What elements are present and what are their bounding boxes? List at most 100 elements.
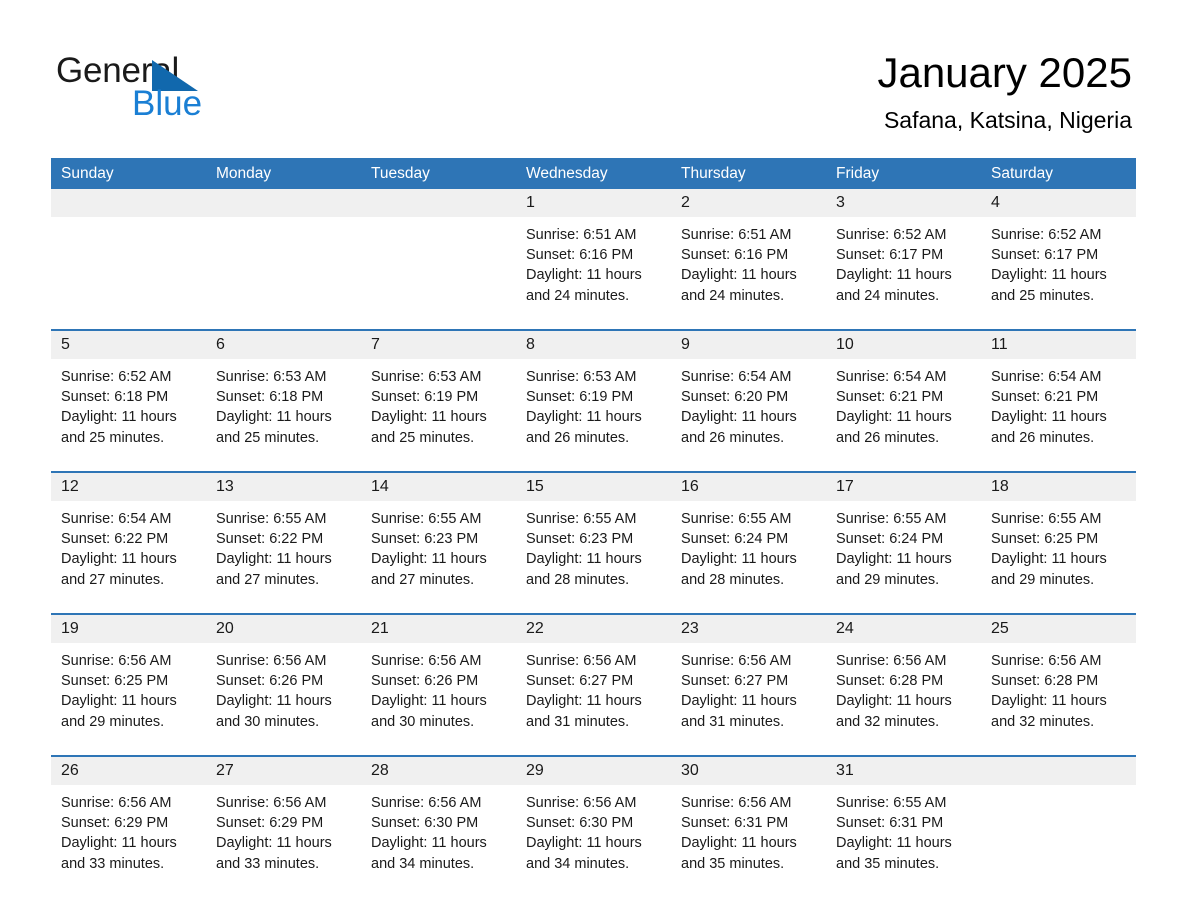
day-sunset-text: Sunset: 6:26 PM (371, 673, 479, 690)
brand-logo[interactable]: General Blue (56, 52, 316, 132)
day-cell-1[interactable]: 1 Sunrise: 6:51 AM Sunset: 6:16 PM Daylight… (516, 189, 671, 322)
day-number-bar (206, 189, 361, 217)
day-number-bar: 2 (671, 189, 826, 217)
day-cell-31[interactable]: 31 Sunrise: 6:55 AM Sunset: 6:31 PM Dayligh… (826, 757, 981, 890)
day-cell-20[interactable]: 20 Sunrise: 6:56 AM Sunset: 6:26 PM Dayligh… (206, 615, 361, 748)
day-number: 13 (216, 478, 234, 495)
day-number: 28 (371, 762, 389, 779)
day-cell-28[interactable]: 28 Sunrise: 6:56 AM Sunset: 6:30 PM Dayligh… (361, 757, 516, 890)
day-cell-12[interactable]: 12 Sunrise: 6:54 AM Sunset: 6:22 PM Dayligh… (51, 473, 206, 606)
day-daylight-line1-text: Daylight: 11 hours (681, 835, 797, 852)
day-info: Sunrise: 6:54 AM Sunset: 6:20 PM Daylight:… (671, 359, 826, 448)
day-number: 18 (991, 478, 1009, 495)
day-sunset-text: Sunset: 6:30 PM (526, 815, 634, 832)
day-sunset-text: Sunset: 6:24 PM (681, 531, 789, 548)
day-cell-empty[interactable] (981, 757, 1136, 890)
day-daylight-line1-text: Daylight: 11 hours (526, 267, 642, 284)
day-cell-empty[interactable] (361, 189, 516, 322)
day-sunset-text: Sunset: 6:25 PM (61, 673, 169, 690)
day-cell-7[interactable]: 7 Sunrise: 6:53 AM Sunset: 6:19 PM Daylight… (361, 331, 516, 464)
day-sunset-text: Sunset: 6:18 PM (61, 389, 169, 406)
day-info: Sunrise: 6:56 AM Sunset: 6:29 PM Daylight:… (206, 785, 361, 874)
day-number: 5 (61, 336, 70, 353)
day-daylight-line1-text: Daylight: 11 hours (991, 551, 1107, 568)
day-number-bar: 22 (516, 615, 671, 643)
day-cell-empty[interactable] (51, 189, 206, 322)
day-daylight-line2-text: and 26 minutes. (991, 429, 1095, 446)
day-sunrise-text: Sunrise: 6:51 AM (681, 227, 792, 243)
day-number: 15 (526, 478, 544, 495)
day-sunrise-text: Sunrise: 6:53 AM (216, 369, 327, 385)
day-sunset-text: Sunset: 6:18 PM (216, 389, 324, 406)
day-cell-10[interactable]: 10 Sunrise: 6:54 AM Sunset: 6:21 PM Dayligh… (826, 331, 981, 464)
day-daylight-line1-text: Daylight: 11 hours (836, 551, 952, 568)
day-number: 25 (991, 620, 1009, 637)
day-cell-26[interactable]: 26 Sunrise: 6:56 AM Sunset: 6:29 PM Dayligh… (51, 757, 206, 890)
day-info: Sunrise: 6:53 AM Sunset: 6:19 PM Daylight:… (361, 359, 516, 448)
day-sunrise-text: Sunrise: 6:56 AM (371, 795, 482, 811)
day-daylight-line2-text: and 25 minutes. (371, 429, 475, 446)
week-spacer (51, 322, 1136, 329)
day-daylight-line1-text: Daylight: 11 hours (681, 693, 797, 710)
day-cell-18[interactable]: 18 Sunrise: 6:55 AM Sunset: 6:25 PM Dayligh… (981, 473, 1136, 606)
day-cell-6[interactable]: 6 Sunrise: 6:53 AM Sunset: 6:18 PM Daylight… (206, 331, 361, 464)
day-cell-2[interactable]: 2 Sunrise: 6:51 AM Sunset: 6:16 PM Daylight… (671, 189, 826, 322)
day-sunset-text: Sunset: 6:30 PM (371, 815, 479, 832)
day-number-bar: 19 (51, 615, 206, 643)
day-sunrise-text: Sunrise: 6:54 AM (61, 511, 172, 527)
day-cell-29[interactable]: 29 Sunrise: 6:56 AM Sunset: 6:30 PM Dayligh… (516, 757, 671, 890)
day-number-bar: 15 (516, 473, 671, 501)
day-sunset-text: Sunset: 6:27 PM (681, 673, 789, 690)
day-cell-30[interactable]: 30 Sunrise: 6:56 AM Sunset: 6:31 PM Dayligh… (671, 757, 826, 890)
day-daylight-line1-text: Daylight: 11 hours (681, 267, 797, 284)
day-number: 27 (216, 762, 234, 779)
day-number: 3 (836, 194, 845, 211)
day-daylight-line1-text: Daylight: 11 hours (371, 409, 487, 426)
weekday-header-friday: Friday (836, 165, 880, 182)
day-info: Sunrise: 6:56 AM Sunset: 6:27 PM Daylight:… (516, 643, 671, 732)
day-number: 12 (61, 478, 79, 495)
day-info: Sunrise: 6:54 AM Sunset: 6:21 PM Daylight:… (826, 359, 981, 448)
day-info: Sunrise: 6:55 AM Sunset: 6:22 PM Daylight:… (206, 501, 361, 590)
day-cell-15[interactable]: 15 Sunrise: 6:55 AM Sunset: 6:23 PM Dayligh… (516, 473, 671, 606)
day-cell-17[interactable]: 17 Sunrise: 6:55 AM Sunset: 6:24 PM Dayligh… (826, 473, 981, 606)
day-daylight-line1-text: Daylight: 11 hours (526, 693, 642, 710)
day-number: 17 (836, 478, 854, 495)
day-cell-24[interactable]: 24 Sunrise: 6:56 AM Sunset: 6:28 PM Dayligh… (826, 615, 981, 748)
day-daylight-line2-text: and 24 minutes. (681, 287, 785, 304)
day-cell-9[interactable]: 9 Sunrise: 6:54 AM Sunset: 6:20 PM Daylight… (671, 331, 826, 464)
calendar-body: 1 Sunrise: 6:51 AM Sunset: 6:16 PM Daylight… (51, 189, 1136, 890)
day-cell-4[interactable]: 4 Sunrise: 6:52 AM Sunset: 6:17 PM Daylight… (981, 189, 1136, 322)
day-number: 22 (526, 620, 544, 637)
day-number: 30 (681, 762, 699, 779)
day-cell-13[interactable]: 13 Sunrise: 6:55 AM Sunset: 6:22 PM Dayligh… (206, 473, 361, 606)
day-number: 29 (526, 762, 544, 779)
day-number-bar: 25 (981, 615, 1136, 643)
day-daylight-line1-text: Daylight: 11 hours (61, 409, 177, 426)
day-number-bar: 3 (826, 189, 981, 217)
day-sunrise-text: Sunrise: 6:54 AM (681, 369, 792, 385)
day-info: Sunrise: 6:51 AM Sunset: 6:16 PM Daylight:… (671, 217, 826, 306)
day-cell-8[interactable]: 8 Sunrise: 6:53 AM Sunset: 6:19 PM Daylight… (516, 331, 671, 464)
day-cell-empty[interactable] (206, 189, 361, 322)
day-cell-5[interactable]: 5 Sunrise: 6:52 AM Sunset: 6:18 PM Daylight… (51, 331, 206, 464)
day-cell-21[interactable]: 21 Sunrise: 6:56 AM Sunset: 6:26 PM Dayligh… (361, 615, 516, 748)
day-sunset-text: Sunset: 6:21 PM (991, 389, 1099, 406)
day-cell-23[interactable]: 23 Sunrise: 6:56 AM Sunset: 6:27 PM Dayligh… (671, 615, 826, 748)
day-cell-25[interactable]: 25 Sunrise: 6:56 AM Sunset: 6:28 PM Dayligh… (981, 615, 1136, 748)
day-number-bar: 18 (981, 473, 1136, 501)
day-cell-22[interactable]: 22 Sunrise: 6:56 AM Sunset: 6:27 PM Dayligh… (516, 615, 671, 748)
day-cell-27[interactable]: 27 Sunrise: 6:56 AM Sunset: 6:29 PM Dayligh… (206, 757, 361, 890)
day-cell-19[interactable]: 19 Sunrise: 6:56 AM Sunset: 6:25 PM Dayligh… (51, 615, 206, 748)
day-cell-16[interactable]: 16 Sunrise: 6:55 AM Sunset: 6:24 PM Dayligh… (671, 473, 826, 606)
day-daylight-line1-text: Daylight: 11 hours (526, 835, 642, 852)
day-daylight-line2-text: and 27 minutes. (216, 571, 320, 588)
day-cell-11[interactable]: 11 Sunrise: 6:54 AM Sunset: 6:21 PM Dayligh… (981, 331, 1136, 464)
week-spacer (51, 464, 1136, 471)
day-cell-3[interactable]: 3 Sunrise: 6:52 AM Sunset: 6:17 PM Daylight… (826, 189, 981, 322)
day-cell-14[interactable]: 14 Sunrise: 6:55 AM Sunset: 6:23 PM Dayligh… (361, 473, 516, 606)
day-number: 19 (61, 620, 79, 637)
weekday-header-sunday: Sunday (61, 165, 114, 182)
day-info: Sunrise: 6:55 AM Sunset: 6:24 PM Daylight:… (671, 501, 826, 590)
page-subtitle: Safana, Katsina, Nigeria (883, 107, 1132, 133)
